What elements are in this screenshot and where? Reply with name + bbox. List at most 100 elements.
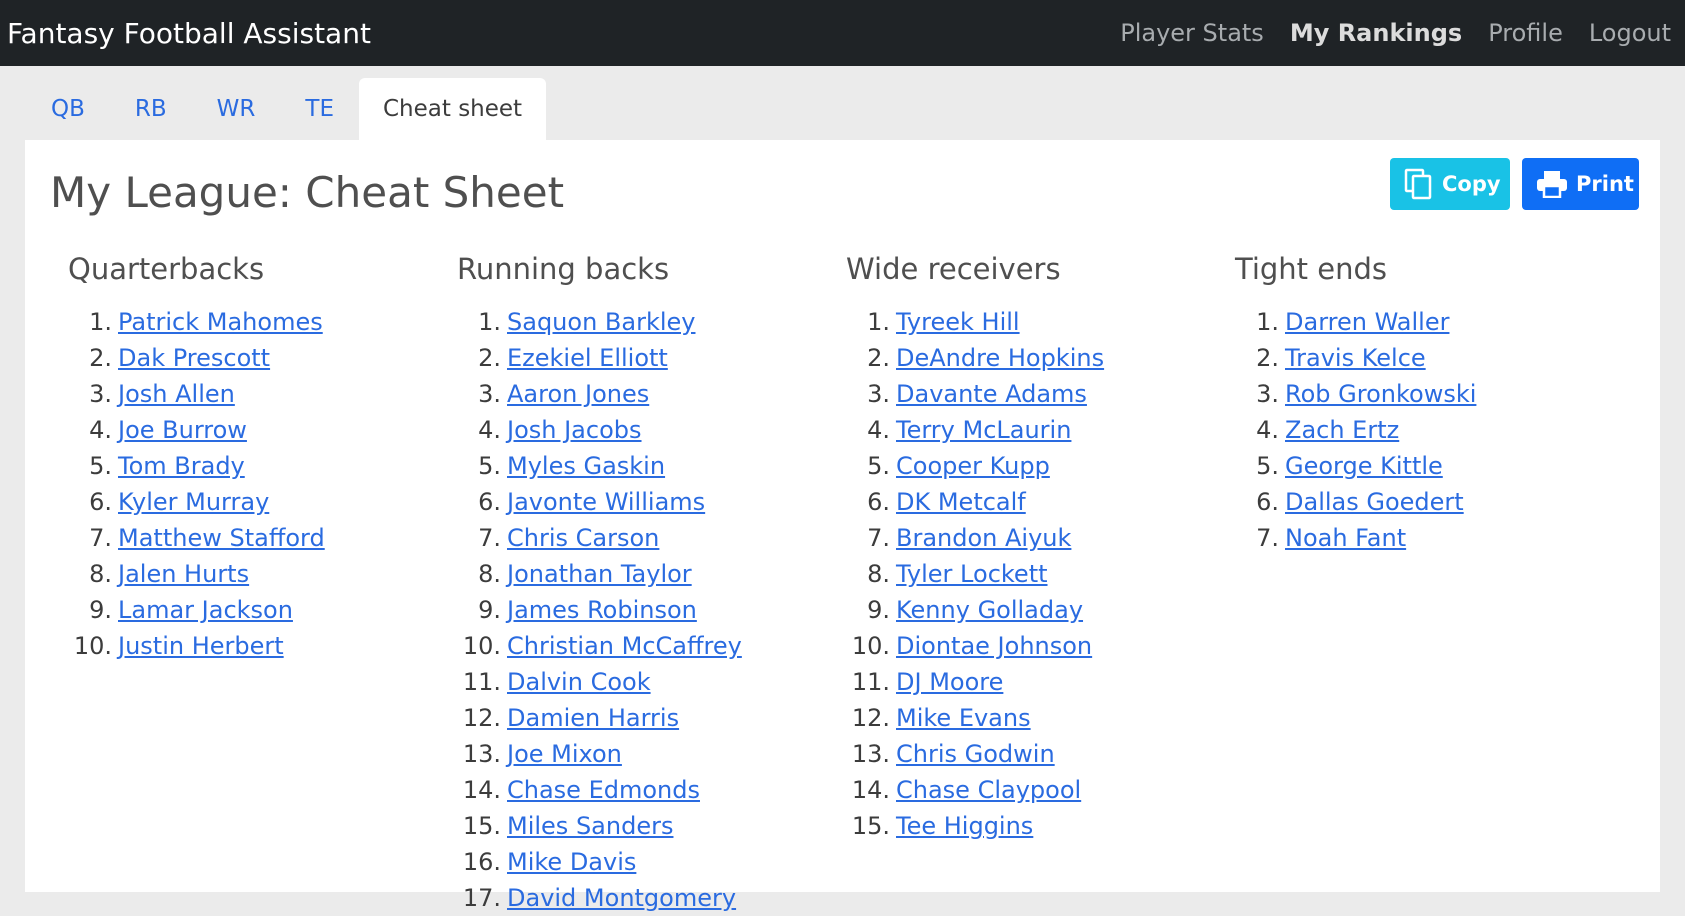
player-link[interactable]: Zach Ertz	[1285, 416, 1399, 444]
rank-number: 7.	[478, 524, 501, 552]
player-list-item: 5. Cooper Kupp	[846, 448, 1104, 484]
player-link[interactable]: Ezekiel Elliott	[507, 344, 668, 372]
player-list-item: 11. DJ Moore	[846, 664, 1104, 700]
player-list-item: 4. Josh Jacobs	[457, 412, 742, 448]
player-link[interactable]: Saquon Barkley	[507, 308, 695, 336]
player-link[interactable]: Tom Brady	[118, 452, 245, 480]
tab-te[interactable]: TE	[280, 78, 359, 140]
player-link[interactable]: DJ Moore	[896, 668, 1003, 696]
nav-my-rankings[interactable]: My Rankings	[1290, 19, 1462, 47]
copy-button[interactable]: Copy	[1390, 158, 1510, 210]
player-link[interactable]: Miles Sanders	[507, 812, 673, 840]
wide-receivers-column: Wide receivers 1. Tyreek Hill 2. DeAndre Ho…	[846, 252, 1104, 844]
player-link[interactable]: Cooper Kupp	[896, 452, 1050, 480]
player-list-item: 8. Tyler Lockett	[846, 556, 1104, 592]
player-link[interactable]: Myles Gaskin	[507, 452, 665, 480]
player-link[interactable]: Dallas Goedert	[1285, 488, 1464, 516]
player-link[interactable]: Travis Kelce	[1285, 344, 1426, 372]
position-tabs: QB RB WR TE Cheat sheet	[0, 66, 1685, 140]
player-link[interactable]: Chase Claypool	[896, 776, 1081, 804]
player-link[interactable]: Darren Waller	[1285, 308, 1449, 336]
nav-player-stats[interactable]: Player Stats	[1120, 19, 1264, 47]
rank-number: 4.	[89, 416, 112, 444]
player-list-item: 10. Diontae Johnson	[846, 628, 1104, 664]
player-link[interactable]: Mike Evans	[896, 704, 1031, 732]
rank-number: 13.	[851, 740, 890, 768]
rank-number: 5.	[1256, 452, 1279, 480]
player-link[interactable]: Chris Carson	[507, 524, 659, 552]
rank-number: 6.	[1256, 488, 1279, 516]
player-link[interactable]: Tyler Lockett	[896, 560, 1048, 588]
column-heading: Running backs	[457, 252, 670, 286]
player-link[interactable]: Joe Burrow	[118, 416, 247, 444]
tab-wr[interactable]: WR	[192, 78, 281, 140]
player-list-item: 9. Kenny Golladay	[846, 592, 1104, 628]
rank-number: 1.	[89, 308, 112, 336]
player-list-item: 5. George Kittle	[1235, 448, 1476, 484]
player-link[interactable]: Matthew Stafford	[118, 524, 325, 552]
print-button[interactable]: Print	[1522, 158, 1639, 210]
top-navbar: Fantasy Football Assistant Player Stats …	[0, 0, 1685, 66]
player-list-item: 5. Myles Gaskin	[457, 448, 742, 484]
rank-number: 15.	[462, 812, 501, 840]
player-link[interactable]: Josh Jacobs	[507, 416, 642, 444]
player-link[interactable]: Tee Higgins	[896, 812, 1033, 840]
rank-number: 8.	[867, 560, 890, 588]
player-list-item: 2. Travis Kelce	[1235, 340, 1476, 376]
tab-qb[interactable]: QB	[26, 78, 110, 140]
player-link[interactable]: DK Metcalf	[896, 488, 1026, 516]
player-link[interactable]: Patrick Mahomes	[118, 308, 323, 336]
player-link[interactable]: Chris Godwin	[896, 740, 1055, 768]
player-link[interactable]: Kyler Murray	[118, 488, 269, 516]
player-link[interactable]: Josh Allen	[118, 380, 235, 408]
player-link[interactable]: Jonathan Taylor	[507, 560, 692, 588]
player-list-item: 2. DeAndre Hopkins	[846, 340, 1104, 376]
player-list-item: 10. Christian McCaffrey	[457, 628, 742, 664]
player-link[interactable]: Davante Adams	[896, 380, 1087, 408]
player-link[interactable]: George Kittle	[1285, 452, 1443, 480]
player-link[interactable]: Christian McCaffrey	[507, 632, 742, 660]
player-link[interactable]: David Montgomery	[507, 884, 736, 912]
player-link[interactable]: Tyreek Hill	[896, 308, 1020, 336]
player-link[interactable]: Lamar Jackson	[118, 596, 293, 624]
cheat-sheet-panel: My League: Cheat Sheet Copy Print Quarte…	[25, 140, 1660, 912]
nav-logout[interactable]: Logout	[1589, 19, 1671, 47]
rank-number: 1.	[867, 308, 890, 336]
player-link[interactable]: Dalvin Cook	[507, 668, 651, 696]
player-list-item: 16. Mike Davis	[457, 844, 742, 880]
player-link[interactable]: Damien Harris	[507, 704, 679, 732]
player-link[interactable]: Terry McLaurin	[896, 416, 1071, 444]
player-link[interactable]: Aaron Jones	[507, 380, 649, 408]
rank-number: 2.	[478, 344, 501, 372]
player-link[interactable]: Justin Herbert	[118, 632, 284, 660]
nav-profile[interactable]: Profile	[1488, 19, 1563, 47]
player-link[interactable]: Rob Gronkowski	[1285, 380, 1476, 408]
rank-number: 12.	[462, 704, 501, 732]
player-list-item: 4. Terry McLaurin	[846, 412, 1104, 448]
player-link[interactable]: Brandon Aiyuk	[896, 524, 1071, 552]
printer-icon	[1537, 171, 1567, 198]
player-list-item: 7. Brandon Aiyuk	[846, 520, 1104, 556]
rank-number: 6.	[478, 488, 501, 516]
player-link[interactable]: Mike Davis	[507, 848, 636, 876]
copy-button-label: Copy	[1442, 172, 1501, 196]
player-list-item: 1. Saquon Barkley	[457, 304, 742, 340]
player-link[interactable]: Jalen Hurts	[118, 560, 249, 588]
player-link[interactable]: Noah Fant	[1285, 524, 1406, 552]
player-list-item: 8. Jalen Hurts	[68, 556, 325, 592]
player-list-item: 9. James Robinson	[457, 592, 742, 628]
player-list: 1. Tyreek Hill 2. DeAndre Hopkins 3. Davante …	[846, 304, 1104, 844]
player-link[interactable]: Chase Edmonds	[507, 776, 700, 804]
player-link[interactable]: Dak Prescott	[118, 344, 270, 372]
player-link[interactable]: Diontae Johnson	[896, 632, 1092, 660]
player-list-item: 1. Tyreek Hill	[846, 304, 1104, 340]
player-link[interactable]: DeAndre Hopkins	[896, 344, 1104, 372]
player-link[interactable]: James Robinson	[507, 596, 697, 624]
app-title[interactable]: Fantasy Football Assistant	[7, 17, 371, 50]
rank-number: 2.	[867, 344, 890, 372]
player-link[interactable]: Javonte Williams	[507, 488, 705, 516]
tab-rb[interactable]: RB	[110, 78, 192, 140]
player-link[interactable]: Kenny Golladay	[896, 596, 1083, 624]
tab-cheat-sheet[interactable]: Cheat sheet	[358, 78, 547, 140]
player-link[interactable]: Joe Mixon	[507, 740, 622, 768]
